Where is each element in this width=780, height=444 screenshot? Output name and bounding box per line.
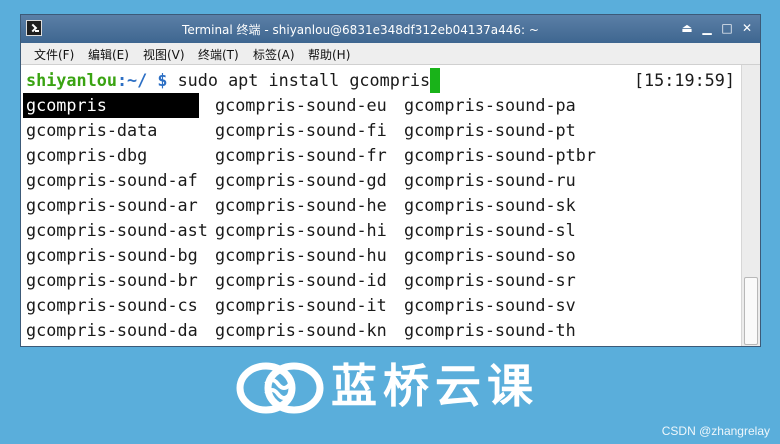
completion-item-selected: gcompris bbox=[23, 93, 199, 118]
close-button[interactable]: ✕ bbox=[740, 20, 754, 36]
completion-item: gcompris-data bbox=[26, 120, 158, 140]
completion-item: gcompris-sound-ru bbox=[404, 170, 576, 190]
maximize-button[interactable]: □ bbox=[720, 20, 734, 36]
completion-item: gcompris-sound-sk bbox=[404, 195, 576, 215]
completion-item: gcompris-sound-eu bbox=[215, 95, 387, 115]
completion-item: gcompris-sound-ast bbox=[26, 220, 208, 240]
completion-item: gcompris-sound-gd bbox=[215, 170, 387, 190]
completion-item: gcompris-sound-da bbox=[26, 320, 198, 340]
completion-item: gcompris-sound-br bbox=[26, 270, 198, 290]
window-title: Terminal 终端 - shiyanlou@6831e348df312eb0… bbox=[182, 23, 539, 37]
completion-item: gcompris-sound-sr bbox=[404, 270, 576, 290]
logo-text: 蓝桥云课 bbox=[331, 359, 539, 413]
command-line: shiyanlou:~/ $ sudo apt install gcompris bbox=[26, 68, 441, 93]
menu-view[interactable]: 视图(V) bbox=[143, 46, 185, 63]
menu-help[interactable]: 帮助(H) bbox=[308, 46, 350, 63]
completion-item: gcompris-sound-pt bbox=[404, 120, 576, 140]
terminal-output[interactable]: shiyanlou:~/ $ sudo apt install gcompris… bbox=[21, 65, 743, 346]
completion-item: gcompris-sound-ptbr bbox=[404, 145, 596, 165]
completion-item: gcompris-sound-pa bbox=[404, 95, 576, 115]
completion-item: gcompris-dbg bbox=[26, 145, 148, 165]
command-text: sudo apt install gcompris bbox=[177, 70, 431, 90]
completion-item: gcompris-sound-fr bbox=[215, 145, 387, 165]
text-cursor bbox=[430, 68, 441, 93]
csdn-watermark: CSDN @zhangrelay bbox=[661, 424, 770, 438]
completion-item: gcompris-sound-kn bbox=[215, 320, 387, 340]
completion-item: gcompris-sound-he bbox=[215, 195, 387, 215]
completion-item: gcompris-sound-th bbox=[404, 320, 576, 340]
completion-item: gcompris-sound-it bbox=[215, 295, 387, 315]
completion-item: gcompris-sound-bg bbox=[26, 245, 198, 265]
completion-item: gcompris-sound-ar bbox=[26, 195, 198, 215]
lanqiao-logo: 蓝桥云课 bbox=[236, 358, 586, 414]
prompt-user: shiyanlou bbox=[26, 70, 117, 90]
completion-item: gcompris-sound-af bbox=[26, 170, 198, 190]
completion-item: gcompris-sound-sv bbox=[404, 295, 576, 315]
menu-file[interactable]: 文件(F) bbox=[34, 46, 74, 63]
completion-item: gcompris-sound-fi bbox=[215, 120, 387, 140]
completion-item: gcompris-sound-hu bbox=[215, 245, 387, 265]
menu-terminal[interactable]: 终端(T) bbox=[198, 46, 239, 63]
prompt-timestamp: [15:19:59] bbox=[633, 70, 735, 90]
menu-bar: 文件(F) 编辑(E) 视图(V) 终端(T) 标签(A) 帮助(H) bbox=[21, 43, 760, 65]
menu-tabs[interactable]: 标签(A) bbox=[253, 46, 295, 63]
scrollbar-thumb[interactable] bbox=[744, 277, 758, 345]
completion-item: gcompris-sound-id bbox=[215, 270, 387, 290]
prompt-path: :~/ $ bbox=[116, 70, 178, 90]
vertical-scrollbar[interactable] bbox=[741, 65, 760, 346]
completion-item: gcompris-sound-so bbox=[404, 245, 576, 265]
completion-item: gcompris-sound-hi bbox=[215, 220, 387, 240]
menu-edit[interactable]: 编辑(E) bbox=[88, 46, 129, 63]
lanqiao-logo-icon bbox=[236, 362, 324, 414]
completion-item: gcompris-sound-sl bbox=[404, 220, 576, 240]
terminal-app-icon[interactable] bbox=[26, 20, 42, 36]
minimize-button[interactable]: ▁ bbox=[700, 20, 714, 36]
title-bar[interactable]: Terminal 终端 - shiyanlou@6831e348df312eb0… bbox=[21, 15, 760, 43]
completion-item: gcompris-sound-cs bbox=[26, 295, 198, 315]
shade-button[interactable]: ⏏ bbox=[680, 20, 694, 36]
window-controls: ⏏ ▁ □ ✕ bbox=[680, 20, 754, 36]
terminal-window: Terminal 终端 - shiyanlou@6831e348df312eb0… bbox=[20, 14, 761, 347]
